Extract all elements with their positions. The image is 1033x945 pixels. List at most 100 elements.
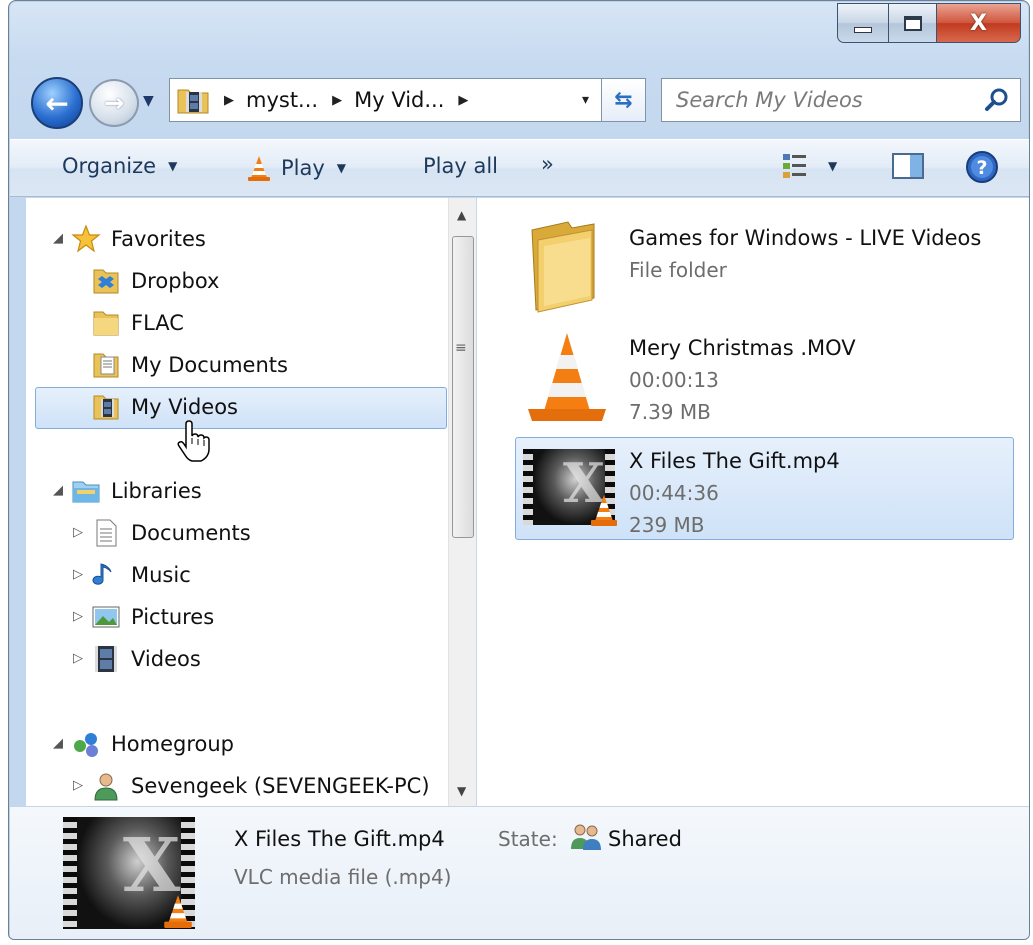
expand-arrow-icon[interactable]: ▷	[73, 609, 83, 624]
tree-label: Favorites	[111, 227, 206, 251]
refresh-button[interactable]: ⇆	[602, 78, 646, 122]
film-strip-icon	[95, 646, 117, 672]
search-input[interactable]: Search My Videos	[661, 78, 1021, 122]
list-item[interactable]: Games for Windows - LIVE Videos File fol…	[517, 216, 1014, 316]
breadcrumb-item-1[interactable]: myst...	[246, 88, 318, 112]
breadcrumb-item-2[interactable]: My Vid...	[354, 88, 444, 112]
documents-folder-icon	[93, 353, 119, 378]
tree-item-pictures[interactable]: Pictures	[91, 597, 214, 637]
more-commands-button[interactable]: »	[541, 152, 554, 176]
expand-arrow-icon[interactable]: ▷	[73, 651, 83, 666]
organize-button[interactable]: Organize ▼	[62, 154, 177, 178]
breadcrumb-separator-icon[interactable]: ▶	[332, 93, 342, 108]
preview-pane-icon	[892, 153, 924, 179]
file-duration: 00:00:13	[629, 368, 719, 392]
scroll-thumb[interactable]	[452, 236, 474, 538]
forward-arrow-icon: →	[103, 89, 125, 117]
file-meta: Games for Windows - LIVE Videos File fol…	[629, 216, 981, 316]
tree-label: Dropbox	[131, 269, 220, 293]
chevron-down-icon[interactable]: ▼	[828, 159, 837, 173]
expand-arrow-icon[interactable]: ▷	[73, 525, 83, 540]
help-button[interactable]: ?	[965, 150, 999, 184]
expand-arrow-icon[interactable]: ▷	[73, 567, 83, 582]
tree-item-dropbox[interactable]: Dropbox	[91, 261, 219, 301]
my-videos-folder-icon	[177, 89, 209, 114]
tree-item-documents[interactable]: Documents	[91, 513, 251, 553]
thumbnail: X	[517, 439, 617, 539]
tree-label: Libraries	[111, 479, 202, 503]
caption-buttons: X	[837, 3, 1021, 45]
search-icon[interactable]	[984, 87, 1010, 113]
file-meta: X Files The Gift.mp4 00:44:36 239 MB	[629, 439, 840, 539]
picture-icon	[92, 606, 120, 628]
file-list-pane: Games for Windows - LIVE Videos File fol…	[477, 198, 1029, 806]
tree-item-music[interactable]: Music	[91, 555, 191, 595]
maximize-button[interactable]	[889, 3, 937, 43]
vlc-cone-icon	[591, 495, 617, 526]
file-meta: Mery Christmas .MOV 00:00:13 7.39 MB	[629, 326, 856, 426]
maximize-icon	[903, 15, 922, 31]
tree-item-favorites[interactable]: Favorites	[71, 219, 206, 259]
scroll-down-icon[interactable]: ▼	[457, 784, 466, 798]
collapse-arrow-icon[interactable]: ◢	[53, 736, 63, 751]
tree-label: Documents	[131, 521, 251, 545]
details-pane: X X Files The Gift.mp4 VLC media file (.…	[10, 806, 1029, 939]
file-type: File folder	[629, 258, 727, 282]
play-all-label: Play all	[423, 154, 499, 178]
explorer-window: X ← → ▼ ▶ myst... ▶ My Vid... ▶ ▾ ⇆ Sear…	[8, 0, 1030, 940]
star-icon	[71, 224, 101, 253]
videos-folder-icon	[93, 395, 119, 420]
breadcrumb-separator-icon[interactable]: ▶	[224, 93, 234, 108]
address-dropdown-icon[interactable]: ▾	[582, 92, 589, 108]
file-name: Games for Windows - LIVE Videos	[629, 226, 982, 250]
file-duration: 00:44:36	[629, 481, 719, 505]
tree-label: Homegroup	[111, 732, 235, 756]
details-state-value: Shared	[608, 827, 682, 851]
play-button[interactable]: Play ▼	[245, 154, 346, 182]
list-item[interactable]: X X Files The Gift.mp4 00:44:36 239 MB	[517, 439, 1014, 539]
scroll-grip-icon: ≡	[455, 340, 467, 356]
tree-item-my-documents[interactable]: My Documents	[91, 345, 288, 385]
details-file-name: X Files The Gift.mp4	[234, 827, 445, 851]
back-button[interactable]: ←	[31, 77, 83, 129]
thumbnail	[517, 326, 617, 426]
folder-icon	[93, 311, 119, 336]
scroll-up-icon[interactable]: ▲	[457, 208, 466, 222]
preview-pane-button[interactable]	[892, 152, 924, 180]
svg-text:?: ?	[976, 157, 987, 179]
close-button[interactable]: X	[937, 3, 1021, 43]
recent-pages-button[interactable]: ▼	[143, 93, 154, 109]
tree-item-homegroup[interactable]: Homegroup	[71, 724, 234, 764]
homegroup-icon	[74, 733, 98, 757]
shared-users-icon	[571, 824, 601, 850]
tree-label: Music	[131, 563, 191, 587]
breadcrumb-separator-icon[interactable]: ▶	[458, 93, 468, 108]
vlc-cone-icon	[528, 333, 606, 421]
collapse-arrow-icon[interactable]: ◢	[53, 483, 63, 498]
list-item[interactable]: Mery Christmas .MOV 00:00:13 7.39 MB	[517, 326, 1014, 426]
hand-cursor-icon	[177, 420, 210, 462]
navigation-scrollbar[interactable]: ▲ ≡ ▼	[448, 198, 476, 806]
minimize-button[interactable]	[837, 3, 889, 43]
tree-label: Videos	[131, 647, 201, 671]
play-all-button[interactable]: Play all	[423, 154, 498, 178]
tree-item-my-videos[interactable]: My Videos	[91, 387, 238, 427]
expand-arrow-icon[interactable]: ▷	[73, 778, 83, 793]
tree-item-videos[interactable]: Videos	[91, 639, 201, 679]
tree-item-libraries[interactable]: Libraries	[71, 471, 202, 511]
file-size: 7.39 MB	[629, 400, 711, 424]
address-bar[interactable]: ▶ myst... ▶ My Vid... ▶ ▾	[169, 78, 602, 122]
navigation-pane: ◢ Favorites Dropbox FLAC My Documents My…	[26, 198, 476, 806]
vlc-cone-icon	[164, 895, 192, 928]
details-file-type: VLC media file (.mp4)	[234, 865, 452, 889]
tree-item-sevengeek[interactable]: Sevengeek (SEVENGEEK-PC)	[91, 766, 430, 806]
collapse-arrow-icon[interactable]: ◢	[53, 231, 63, 246]
forward-button[interactable]: →	[89, 79, 139, 127]
libraries-icon	[72, 481, 100, 503]
tree-label: Sevengeek (SEVENGEEK-PC)	[131, 774, 430, 798]
change-view-button[interactable]: ▼	[782, 152, 837, 180]
folder-icon	[531, 221, 595, 313]
tree-label: FLAC	[131, 311, 184, 335]
organize-label: Organize	[62, 154, 157, 178]
tree-item-flac[interactable]: FLAC	[91, 303, 184, 343]
